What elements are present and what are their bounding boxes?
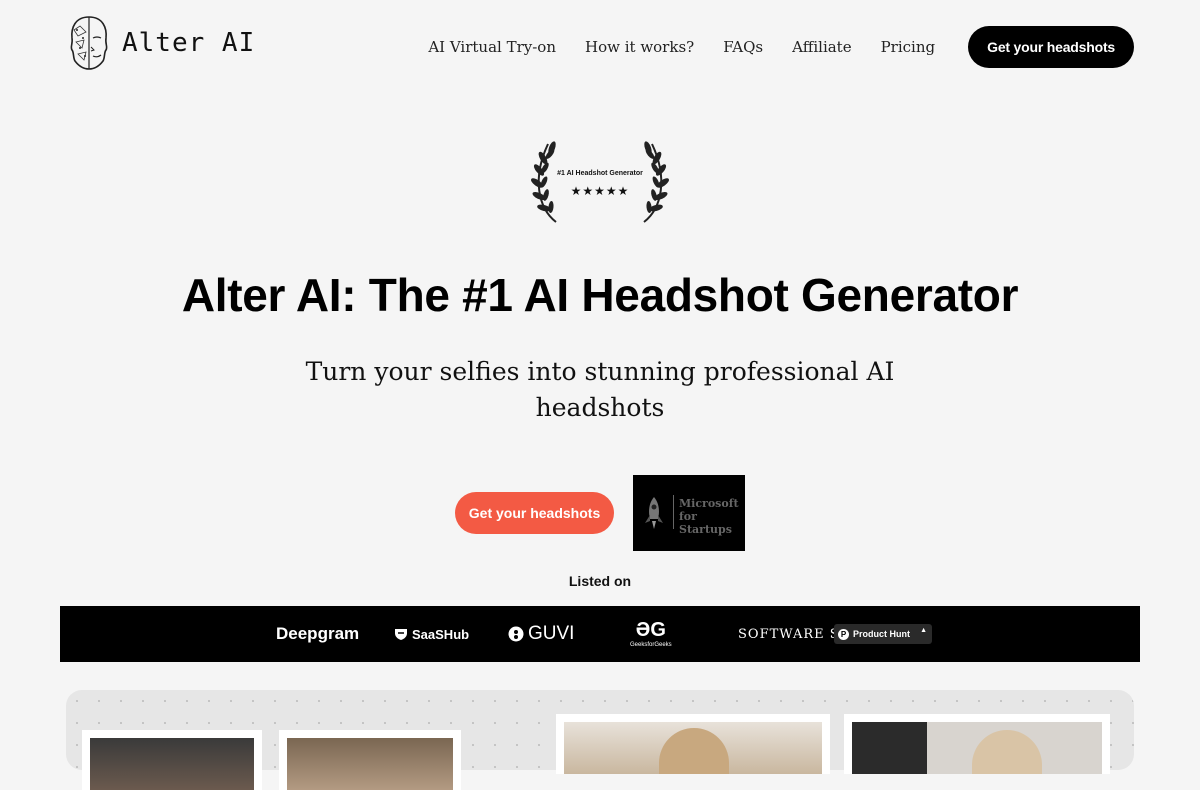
main-nav: AI Virtual Try-on How it works? FAQs Aff… — [428, 26, 1134, 68]
badge-stars: ★★★★★ — [570, 184, 630, 198]
headshot-figure — [659, 728, 729, 774]
badge-label: #1 AI Headshot Generator — [557, 170, 643, 177]
laurel-right-icon — [643, 141, 669, 223]
geeksforgeeks-logo[interactable]: ƏG GeeksforGeeks — [630, 606, 672, 662]
headshot-image — [852, 722, 1102, 774]
producthunt-logo[interactable]: P Product Hunt ▲ — [834, 606, 932, 662]
headshot-figure — [972, 730, 1042, 774]
hero-subtitle: Turn your selfies into stunning professi… — [305, 357, 895, 422]
guvi-icon — [508, 626, 524, 642]
award-badge: #1 AI Headshot Generator ★★★★★ — [526, 138, 674, 226]
saashub-logo[interactable]: SaaSHub — [394, 606, 469, 662]
nav-link-faqs[interactable]: FAQs — [723, 38, 763, 56]
nav-link-virtual-try-on[interactable]: AI Virtual Try-on — [428, 38, 556, 56]
brand-logo[interactable]: Alter AI — [66, 14, 255, 72]
brand-name: Alter AI — [122, 28, 256, 58]
upvote-icon: ▲ — [920, 627, 927, 634]
listed-on-label: Listed on — [568, 573, 632, 589]
producthunt-icon: P — [838, 628, 849, 640]
nav-link-how-it-works[interactable]: How it works? — [585, 38, 694, 56]
gfg-mark: ƏG — [635, 619, 666, 641]
gfg-name: GeeksforGeeks — [630, 642, 672, 648]
headshot-photo[interactable] — [556, 714, 830, 774]
guvi-logo[interactable]: GUVI — [508, 606, 574, 662]
headshot-photo[interactable] — [844, 714, 1110, 774]
headshot-photo[interactable] — [279, 730, 461, 790]
rocket-icon — [645, 497, 663, 529]
guvi-label: GUVI — [528, 623, 575, 644]
page-title: Alter AI: The #1 AI Headshot Generator — [181, 269, 1019, 321]
headshot-image — [564, 722, 822, 774]
headshot-gallery — [66, 690, 1134, 790]
hero-get-headshots-button[interactable]: Get your headshots — [455, 492, 614, 534]
listed-on-strip: Deepgram SaaSHub GUVI ƏG GeeksforGeeks S… — [60, 606, 1140, 662]
header-get-headshots-button[interactable]: Get your headshots — [968, 26, 1134, 68]
headshot-photo[interactable] — [82, 730, 262, 790]
producthunt-label: Product Hunt — [853, 629, 910, 639]
headshot-image — [90, 738, 254, 790]
microsoft-for-startups-badge[interactable]: Microsoft for Startups — [633, 475, 745, 551]
saashub-label: SaaSHub — [412, 626, 470, 642]
nav-link-pricing[interactable]: Pricing — [881, 38, 936, 56]
nav-link-affiliate[interactable]: Affiliate — [792, 38, 851, 56]
laurel-left-icon — [531, 141, 557, 223]
featured-badge-text: Microsoft for Startups — [679, 497, 739, 536]
producthunt-badge: P Product Hunt ▲ — [834, 624, 932, 644]
logo-face-icon — [70, 16, 108, 70]
deepgram-logo[interactable]: Deepgram — [276, 606, 359, 662]
headshot-image — [287, 738, 453, 790]
featured-divider — [673, 495, 674, 529]
shield-icon — [395, 629, 407, 640]
